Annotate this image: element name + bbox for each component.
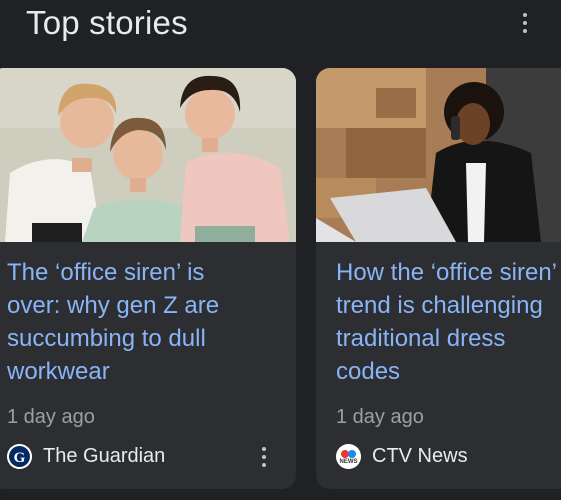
source-name: CTV News <box>372 445 468 467</box>
logo-letter: G <box>14 450 26 466</box>
section-title: Top stories <box>26 4 188 41</box>
story-image <box>316 68 561 242</box>
story-image <box>0 68 296 242</box>
story-card[interactable]: How the ‘office siren’ trend is challeng… <box>316 68 561 489</box>
top-stories-header: Top stories <box>0 0 561 60</box>
story-headline[interactable]: The ‘office siren’ is over: why gen Z ar… <box>7 256 292 388</box>
story-card[interactable]: The ‘office siren’ is over: why gen Z ar… <box>0 68 296 489</box>
logo-text: NEWS <box>340 459 358 465</box>
story-time: 1 day ago <box>7 406 95 428</box>
story-headline[interactable]: How the ‘office siren’ trend is challeng… <box>336 256 561 388</box>
guardian-logo-icon: G <box>7 443 32 469</box>
ctv-news-logo-icon: NEWS <box>336 443 361 469</box>
story-source: G The Guardian <box>7 442 165 470</box>
story-time: 1 day ago <box>336 406 424 428</box>
more-vert-icon[interactable] <box>254 445 274 469</box>
more-vert-icon[interactable] <box>514 10 536 36</box>
story-source: NEWS CTV News <box>336 442 468 470</box>
source-name: The Guardian <box>43 445 166 467</box>
